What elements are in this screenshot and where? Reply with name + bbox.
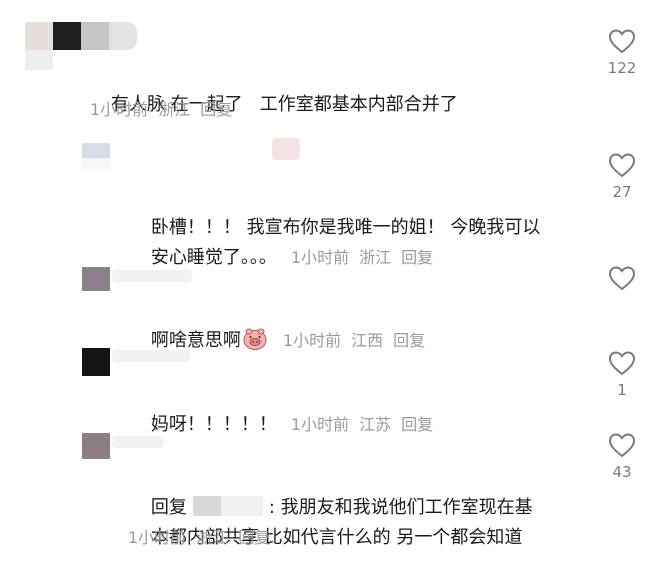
comment-text-line-2: 安心睡觉了。。。 [150, 247, 277, 268]
like-button[interactable]: 1 [602, 350, 642, 400]
reply-button[interactable]: 回复 [200, 100, 232, 119]
username-blur [112, 350, 190, 362]
comment-text: 啊啥意思啊 [150, 330, 241, 351]
comment-location: 浙江 [158, 100, 191, 119]
heart-icon [608, 266, 636, 291]
reply-button[interactable]: 回复 [238, 528, 270, 547]
like-count: 122 [607, 59, 637, 77]
heart-icon [608, 153, 636, 178]
username-blur [272, 138, 300, 160]
comment-time: 1小时前 [282, 331, 342, 350]
avatar[interactable] [82, 348, 110, 376]
comment-location: 江苏 [359, 415, 392, 434]
comment-location: 浙江 [359, 248, 392, 267]
like-count: 1 [617, 381, 627, 399]
comment-time: 1小时前 [90, 100, 149, 119]
comment-time: 1小时前 [290, 415, 350, 434]
like-button[interactable]: 43 [602, 432, 642, 482]
comment-text: 妈呀！！！！！ [150, 414, 277, 435]
comment-time: 1小时前 [128, 528, 187, 547]
pig-face-emoji [243, 328, 267, 350]
heart-icon [608, 29, 636, 54]
username-blur [112, 436, 164, 448]
avatar[interactable] [82, 433, 110, 459]
reply-button[interactable]: 回复 [401, 248, 433, 267]
like-button[interactable]: 122 [602, 28, 642, 78]
avatar[interactable] [82, 143, 110, 171]
comment-location: 江西 [351, 331, 384, 350]
like-button[interactable] [602, 265, 642, 295]
comment-time: 1小时前 [290, 248, 350, 267]
username-blur [112, 270, 192, 282]
heart-icon [608, 351, 636, 376]
like-count: 27 [612, 183, 632, 201]
like-button[interactable]: 27 [602, 152, 642, 202]
heart-icon [608, 433, 636, 458]
avatar[interactable] [82, 267, 110, 291]
reply-button[interactable]: 回复 [393, 331, 425, 350]
comment-location: 浙江 [196, 528, 229, 547]
like-count: 43 [612, 463, 632, 481]
reply-button[interactable]: 回复 [401, 415, 433, 434]
